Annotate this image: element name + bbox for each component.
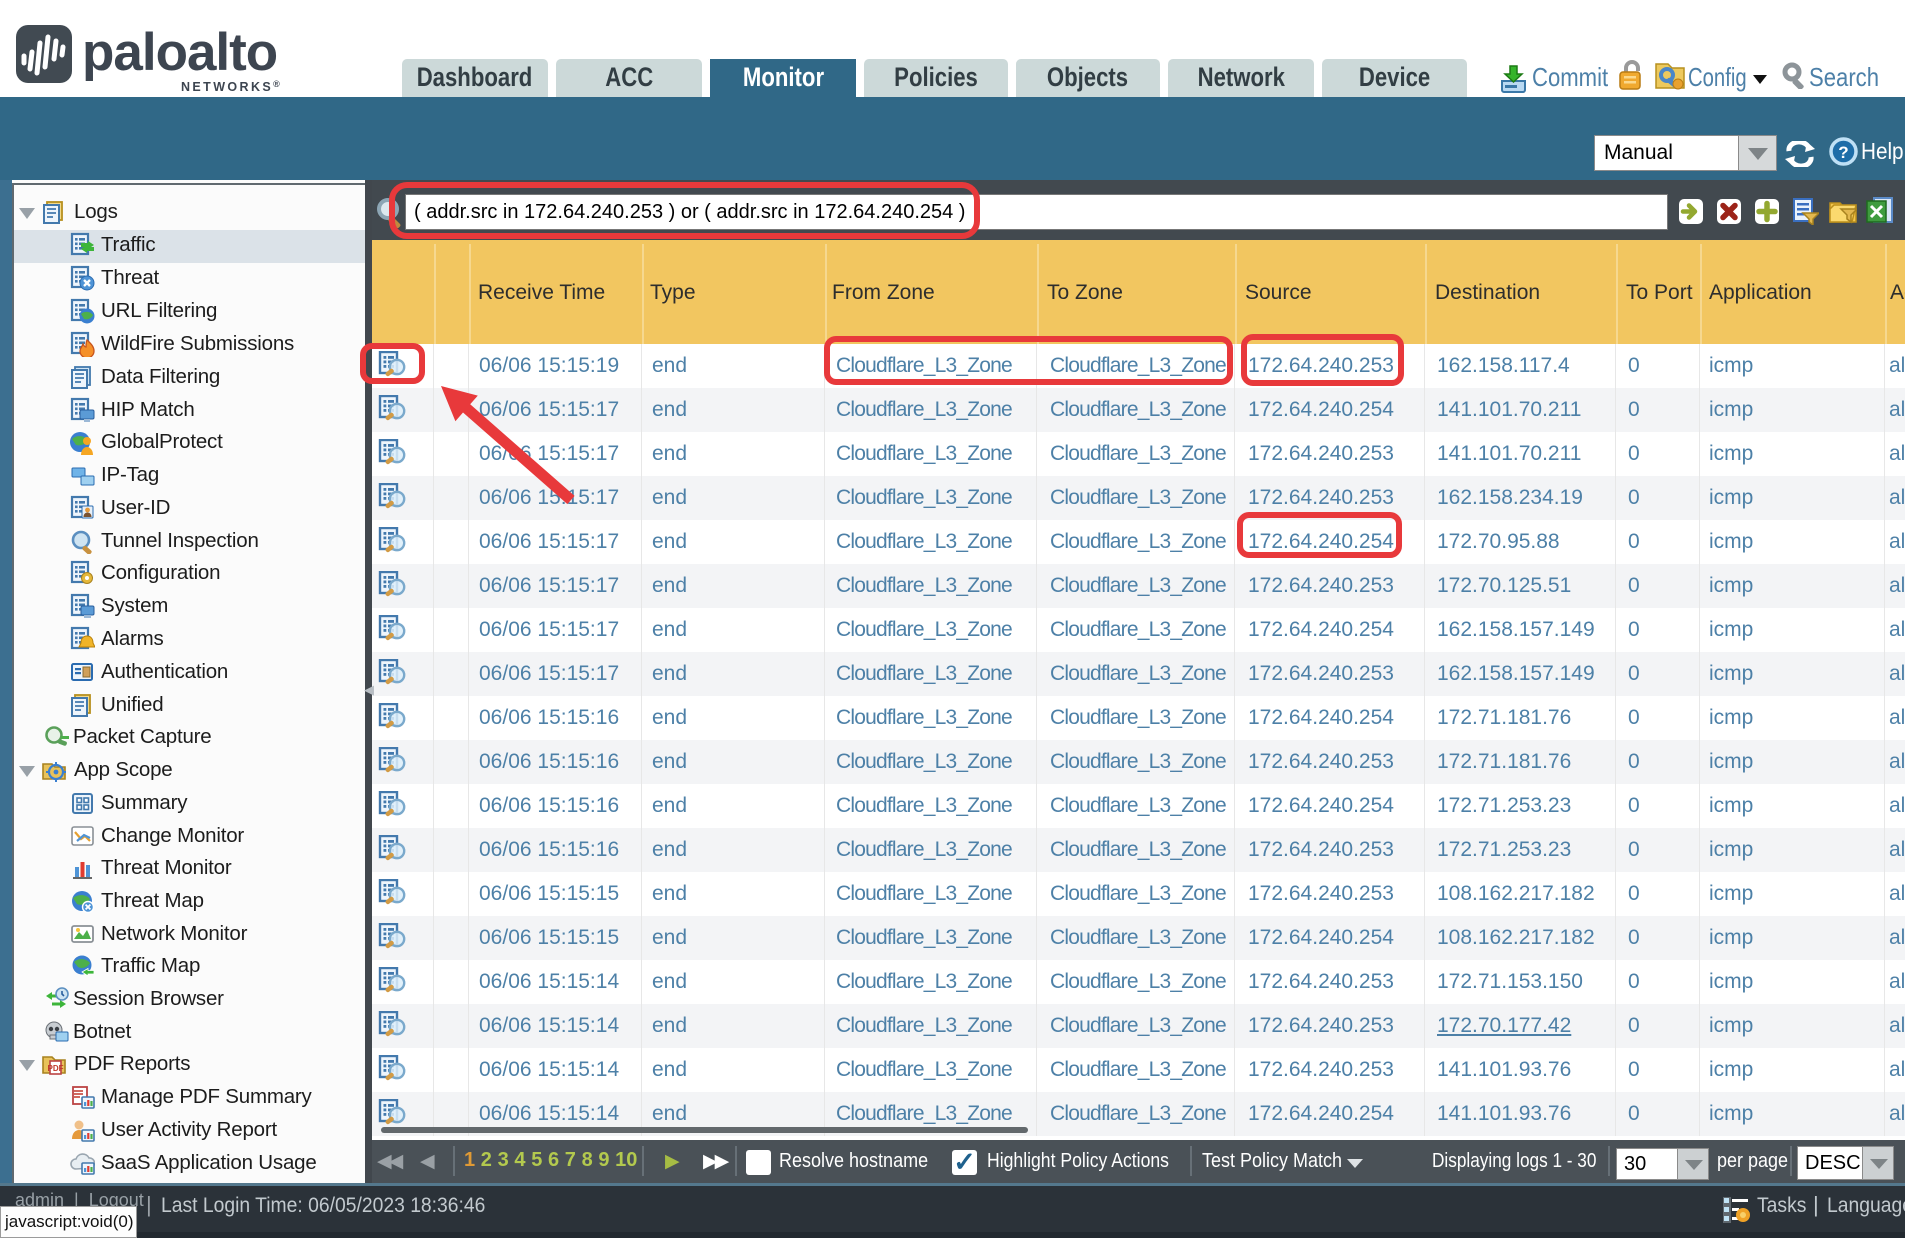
svg-text:?: ? bbox=[1838, 143, 1848, 162]
svg-text:PDF: PDF bbox=[48, 1064, 64, 1073]
